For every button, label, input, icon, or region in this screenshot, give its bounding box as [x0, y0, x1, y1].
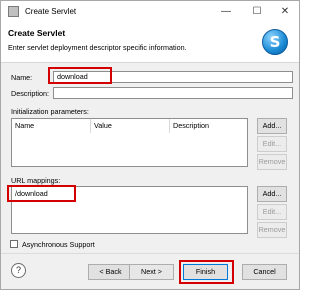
wizard-banner: Create Servlet Enter servlet deployment …	[1, 23, 299, 63]
list-item[interactable]: /download	[15, 188, 48, 200]
cancel-button[interactable]: Cancel	[242, 264, 287, 280]
url-add-button[interactable]: Add...	[257, 186, 287, 202]
column-divider	[169, 119, 170, 133]
help-icon[interactable]: ?	[11, 263, 26, 278]
finish-button[interactable]: Finish	[183, 264, 228, 280]
create-servlet-dialog: Create Servlet — ☐ ✕ Create Servlet Ente…	[0, 0, 300, 290]
init-params-label: Initialization parameters:	[11, 107, 89, 116]
url-mappings-list[interactable]: /download	[11, 186, 248, 234]
init-params-remove-button[interactable]: Remove	[257, 154, 287, 170]
init-params-table[interactable]: Name Value Description	[11, 118, 248, 167]
url-edit-button[interactable]: Edit...	[257, 204, 287, 220]
async-support-checkbox[interactable]	[10, 240, 18, 248]
url-remove-button[interactable]: Remove	[257, 222, 287, 238]
column-header-name[interactable]: Name	[15, 119, 34, 133]
close-icon[interactable]: ✕	[277, 4, 293, 20]
column-header-description[interactable]: Description	[173, 119, 209, 133]
maximize-icon[interactable]: ☐	[249, 4, 265, 20]
app-icon	[8, 6, 19, 17]
name-field[interactable]: download	[53, 71, 293, 83]
title-bar: Create Servlet — ☐ ✕	[1, 1, 299, 23]
minimize-icon[interactable]: —	[218, 4, 234, 20]
servlet-logo-icon: S	[262, 29, 288, 55]
description-field[interactable]	[53, 87, 293, 99]
page-title: Create Servlet	[8, 28, 66, 38]
async-support-label: Asynchronous Support	[22, 240, 95, 249]
column-header-value[interactable]: Value	[94, 119, 112, 133]
page-description: Enter servlet deployment descriptor spec…	[8, 43, 187, 52]
name-label: Name:	[11, 73, 33, 82]
window-title: Create Servlet	[25, 7, 77, 16]
back-button[interactable]: < Back	[88, 264, 133, 280]
init-params-edit-button[interactable]: Edit...	[257, 136, 287, 152]
init-params-add-button[interactable]: Add...	[257, 118, 287, 134]
next-button[interactable]: Next >	[129, 264, 174, 280]
column-divider	[90, 119, 91, 133]
url-mappings-label: URL mappings:	[11, 176, 61, 185]
description-label: Description:	[11, 89, 49, 98]
